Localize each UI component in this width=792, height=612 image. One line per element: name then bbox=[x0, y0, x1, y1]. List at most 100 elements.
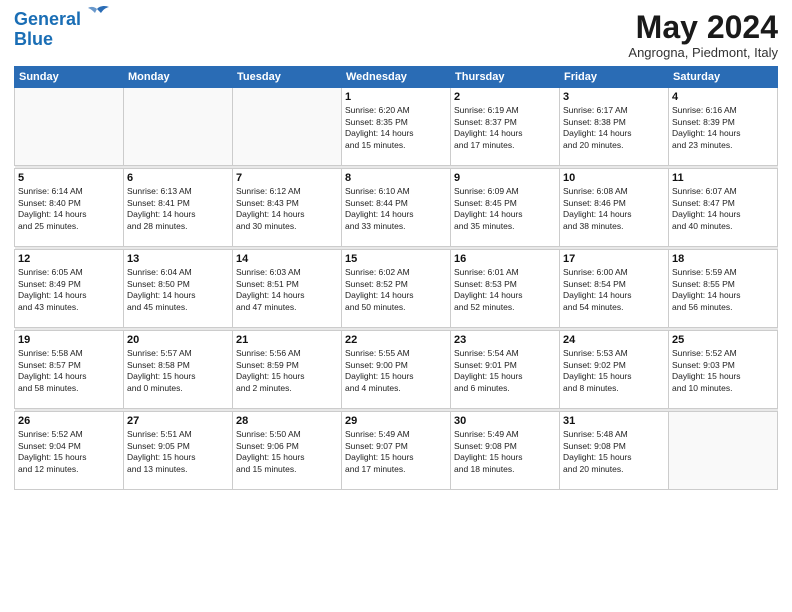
week-row-1: 5Sunrise: 6:14 AMSunset: 8:40 PMDaylight… bbox=[15, 169, 778, 247]
day-info: Sunrise: 6:13 AMSunset: 8:41 PMDaylight:… bbox=[127, 186, 229, 232]
col-friday: Friday bbox=[560, 67, 669, 88]
day-number: 26 bbox=[18, 415, 120, 427]
day-number: 30 bbox=[454, 415, 556, 427]
header-row: Sunday Monday Tuesday Wednesday Thursday… bbox=[15, 67, 778, 88]
cell-w0-d5: 3 Sunrise: 6:17 AMSunset: 8:38 PMDaylight… bbox=[560, 88, 669, 166]
day-info: Sunrise: 5:51 AMSunset: 9:05 PMDaylight:… bbox=[127, 429, 229, 475]
day-number: 21 bbox=[236, 334, 338, 346]
cell-w3-d1: 20 Sunrise: 5:57 AMSunset: 8:58 PMDayligh… bbox=[124, 331, 233, 409]
day-info: Sunrise: 6:05 AMSunset: 8:49 PMDaylight:… bbox=[18, 267, 120, 313]
cell-w0-d3: 1 Sunrise: 6:20 AMSunset: 8:35 PMDaylight… bbox=[342, 88, 451, 166]
logo: General Blue bbox=[14, 10, 111, 50]
week-row-3: 19 Sunrise: 5:58 AMSunset: 8:57 PMDayligh… bbox=[15, 331, 778, 409]
cell-w3-d5: 24 Sunrise: 5:53 AMSunset: 9:02 PMDayligh… bbox=[560, 331, 669, 409]
day-info: Sunrise: 6:19 AMSunset: 8:37 PMDaylight:… bbox=[454, 105, 556, 151]
day-number: 31 bbox=[563, 415, 665, 427]
day-info: Sunrise: 5:54 AMSunset: 9:01 PMDaylight:… bbox=[454, 348, 556, 394]
cell-w1-d0: 5Sunrise: 6:14 AMSunset: 8:40 PMDaylight… bbox=[15, 169, 124, 247]
week-row-0: 1 Sunrise: 6:20 AMSunset: 8:35 PMDaylight… bbox=[15, 88, 778, 166]
cell-w2-d4: 16Sunrise: 6:01 AMSunset: 8:53 PMDayligh… bbox=[451, 250, 560, 328]
day-info: Sunrise: 6:03 AMSunset: 8:51 PMDaylight:… bbox=[236, 267, 338, 313]
col-monday: Monday bbox=[124, 67, 233, 88]
cell-w3-d0: 19 Sunrise: 5:58 AMSunset: 8:57 PMDayligh… bbox=[15, 331, 124, 409]
day-number: 23 bbox=[454, 334, 556, 346]
day-number: 22 bbox=[345, 334, 447, 346]
logo-bird-icon bbox=[83, 5, 111, 27]
day-info: Sunrise: 5:57 AMSunset: 8:58 PMDaylight:… bbox=[127, 348, 229, 394]
day-info: Sunrise: 5:55 AMSunset: 9:00 PMDaylight:… bbox=[345, 348, 447, 394]
day-info: Sunrise: 6:08 AMSunset: 8:46 PMDaylight:… bbox=[563, 186, 665, 232]
day-number: 8 bbox=[345, 172, 447, 184]
location-subtitle: Angrogna, Piedmont, Italy bbox=[628, 45, 778, 60]
cell-w1-d3: 8Sunrise: 6:10 AMSunset: 8:44 PMDaylight… bbox=[342, 169, 451, 247]
day-number: 20 bbox=[127, 334, 229, 346]
cell-w0-d1 bbox=[124, 88, 233, 166]
day-info: Sunrise: 5:53 AMSunset: 9:02 PMDaylight:… bbox=[563, 348, 665, 394]
col-sunday: Sunday bbox=[15, 67, 124, 88]
day-info: Sunrise: 6:20 AMSunset: 8:35 PMDaylight:… bbox=[345, 105, 447, 151]
day-info: Sunrise: 5:56 AMSunset: 8:59 PMDaylight:… bbox=[236, 348, 338, 394]
cell-w3-d6: 25Sunrise: 5:52 AMSunset: 9:03 PMDayligh… bbox=[669, 331, 778, 409]
cell-w3-d3: 22 Sunrise: 5:55 AMSunset: 9:00 PMDayligh… bbox=[342, 331, 451, 409]
cell-w2-d6: 18Sunrise: 5:59 AMSunset: 8:55 PMDayligh… bbox=[669, 250, 778, 328]
day-number: 3 bbox=[563, 91, 665, 103]
cell-w4-d0: 26 Sunrise: 5:52 AMSunset: 9:04 PMDayligh… bbox=[15, 412, 124, 490]
week-row-4: 26 Sunrise: 5:52 AMSunset: 9:04 PMDayligh… bbox=[15, 412, 778, 490]
cell-w3-d4: 23 Sunrise: 5:54 AMSunset: 9:01 PMDayligh… bbox=[451, 331, 560, 409]
cell-w4-d6 bbox=[669, 412, 778, 490]
cell-w2-d0: 12 Sunrise: 6:05 AMSunset: 8:49 PMDayligh… bbox=[15, 250, 124, 328]
day-number: 29 bbox=[345, 415, 447, 427]
day-info: Sunrise: 6:17 AMSunset: 8:38 PMDaylight:… bbox=[563, 105, 665, 151]
cell-w1-d5: 10 Sunrise: 6:08 AMSunset: 8:46 PMDayligh… bbox=[560, 169, 669, 247]
logo-general: General bbox=[14, 9, 81, 29]
cell-w4-d4: 30 Sunrise: 5:49 AMSunset: 9:08 PMDayligh… bbox=[451, 412, 560, 490]
cell-w0-d2 bbox=[233, 88, 342, 166]
cell-w4-d3: 29Sunrise: 5:49 AMSunset: 9:07 PMDayligh… bbox=[342, 412, 451, 490]
day-info: Sunrise: 6:04 AMSunset: 8:50 PMDaylight:… bbox=[127, 267, 229, 313]
day-number: 1 bbox=[345, 91, 447, 103]
day-number: 12 bbox=[18, 253, 120, 265]
day-number: 19 bbox=[18, 334, 120, 346]
calendar-table: Sunday Monday Tuesday Wednesday Thursday… bbox=[14, 66, 778, 490]
month-title: May 2024 bbox=[628, 10, 778, 45]
day-number: 6 bbox=[127, 172, 229, 184]
day-number: 24 bbox=[563, 334, 665, 346]
cell-w1-d4: 9Sunrise: 6:09 AMSunset: 8:45 PMDaylight… bbox=[451, 169, 560, 247]
day-number: 17 bbox=[563, 253, 665, 265]
cell-w1-d2: 7 Sunrise: 6:12 AMSunset: 8:43 PMDaylight… bbox=[233, 169, 342, 247]
day-info: Sunrise: 5:50 AMSunset: 9:06 PMDaylight:… bbox=[236, 429, 338, 475]
day-info: Sunrise: 6:12 AMSunset: 8:43 PMDaylight:… bbox=[236, 186, 338, 232]
cell-w2-d5: 17 Sunrise: 6:00 AMSunset: 8:54 PMDayligh… bbox=[560, 250, 669, 328]
header: General Blue May 2024 Angrogna, Piedmont… bbox=[14, 10, 778, 60]
cell-w0-d6: 4 Sunrise: 6:16 AMSunset: 8:39 PMDaylight… bbox=[669, 88, 778, 166]
page: General Blue May 2024 Angrogna, Piedmont… bbox=[0, 0, 792, 612]
day-info: Sunrise: 6:02 AMSunset: 8:52 PMDaylight:… bbox=[345, 267, 447, 313]
day-info: Sunrise: 5:48 AMSunset: 9:08 PMDaylight:… bbox=[563, 429, 665, 475]
week-row-2: 12 Sunrise: 6:05 AMSunset: 8:49 PMDayligh… bbox=[15, 250, 778, 328]
day-info: Sunrise: 5:49 AMSunset: 9:08 PMDaylight:… bbox=[454, 429, 556, 475]
logo-blue: Blue bbox=[14, 29, 53, 49]
title-block: May 2024 Angrogna, Piedmont, Italy bbox=[628, 10, 778, 60]
day-number: 4 bbox=[672, 91, 774, 103]
day-number: 13 bbox=[127, 253, 229, 265]
day-number: 5 bbox=[18, 172, 120, 184]
day-info: Sunrise: 5:52 AMSunset: 9:04 PMDaylight:… bbox=[18, 429, 120, 475]
day-info: Sunrise: 6:00 AMSunset: 8:54 PMDaylight:… bbox=[563, 267, 665, 313]
day-number: 15 bbox=[345, 253, 447, 265]
day-number: 2 bbox=[454, 91, 556, 103]
cell-w2-d3: 15 Sunrise: 6:02 AMSunset: 8:52 PMDayligh… bbox=[342, 250, 451, 328]
day-info: Sunrise: 6:01 AMSunset: 8:53 PMDaylight:… bbox=[454, 267, 556, 313]
cell-w1-d6: 11Sunrise: 6:07 AMSunset: 8:47 PMDayligh… bbox=[669, 169, 778, 247]
day-number: 14 bbox=[236, 253, 338, 265]
cell-w0-d0 bbox=[15, 88, 124, 166]
day-number: 28 bbox=[236, 415, 338, 427]
day-number: 27 bbox=[127, 415, 229, 427]
cell-w4-d2: 28 Sunrise: 5:50 AMSunset: 9:06 PMDayligh… bbox=[233, 412, 342, 490]
day-info: Sunrise: 6:16 AMSunset: 8:39 PMDaylight:… bbox=[672, 105, 774, 151]
col-wednesday: Wednesday bbox=[342, 67, 451, 88]
day-info: Sunrise: 5:58 AMSunset: 8:57 PMDaylight:… bbox=[18, 348, 120, 394]
day-number: 10 bbox=[563, 172, 665, 184]
day-number: 18 bbox=[672, 253, 774, 265]
col-thursday: Thursday bbox=[451, 67, 560, 88]
day-number: 7 bbox=[236, 172, 338, 184]
